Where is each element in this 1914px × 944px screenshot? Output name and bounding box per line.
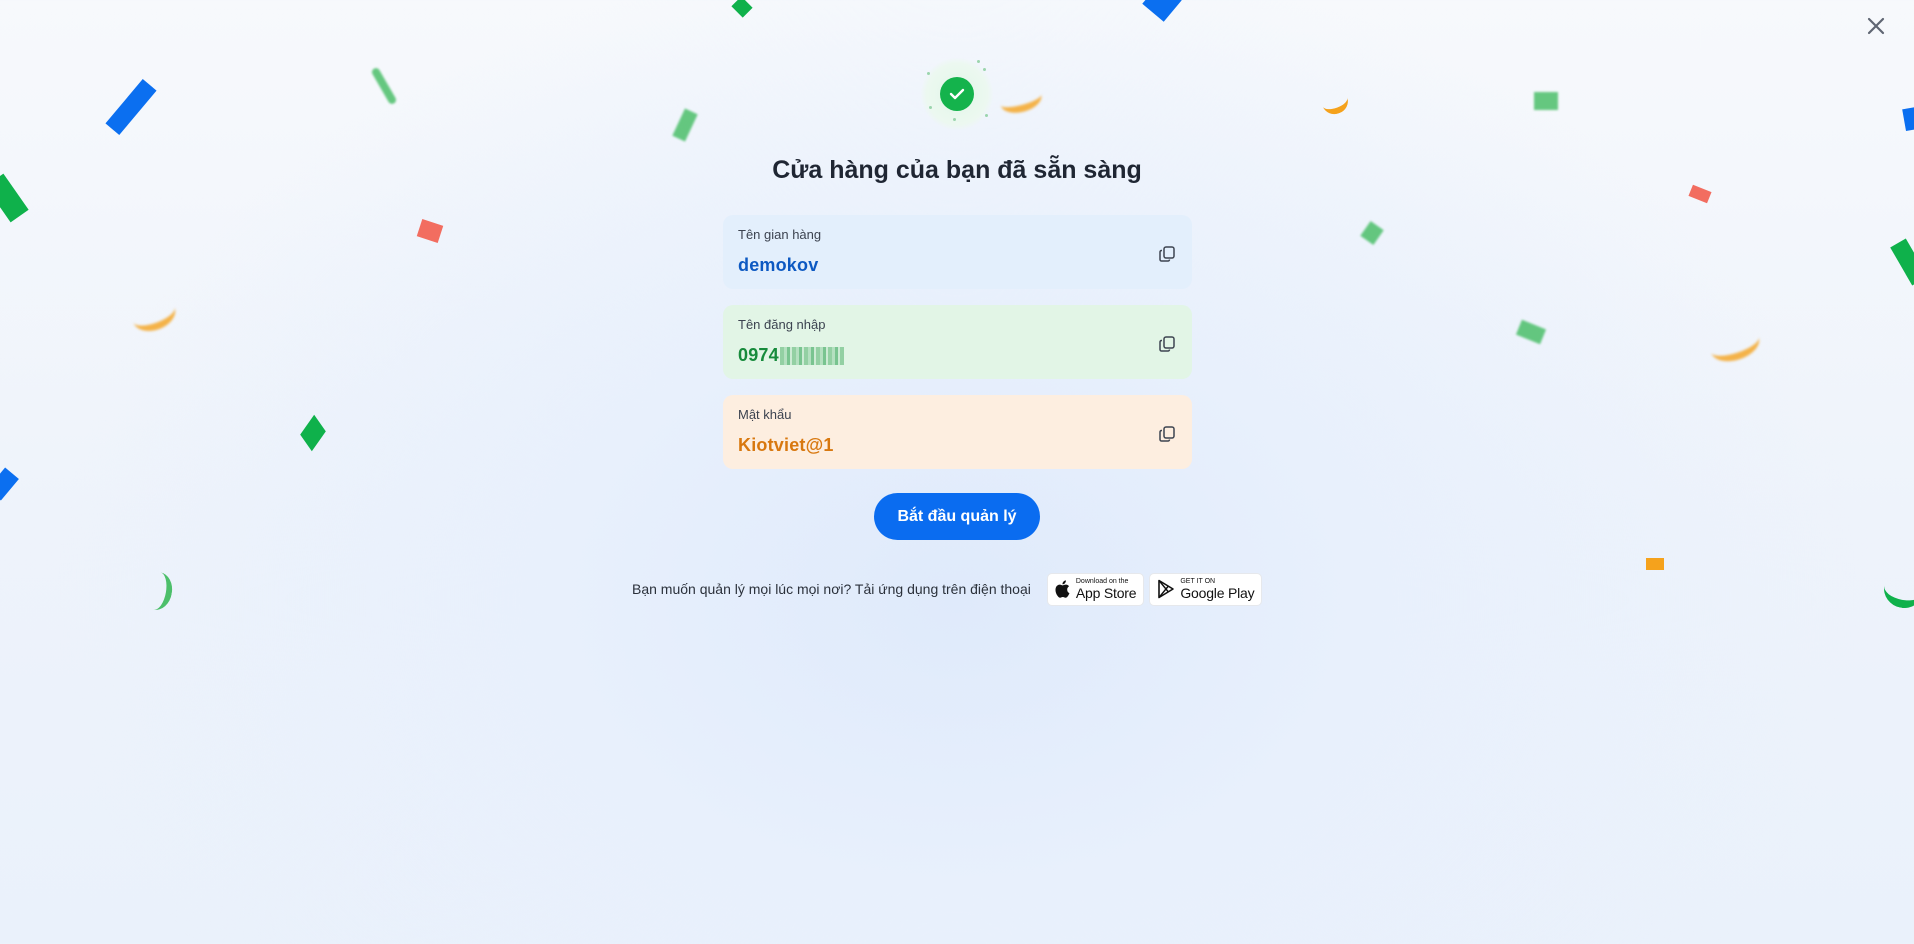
confetti-piece — [1534, 92, 1558, 110]
confetti-piece — [997, 82, 1045, 118]
check-circle-icon — [940, 77, 974, 111]
confetti-piece — [0, 467, 19, 501]
login-value-obscured — [779, 347, 844, 366]
copy-store-name-button[interactable] — [1156, 243, 1178, 265]
store-name-card: Tên gian hàng demokov — [723, 215, 1192, 289]
apple-icon — [1055, 580, 1070, 598]
copy-icon — [1159, 246, 1175, 262]
confetti-piece — [1142, 0, 1182, 22]
app-store-big-text: App Store — [1075, 584, 1137, 601]
confetti-piece — [138, 569, 176, 613]
google-play-icon — [1158, 579, 1175, 599]
confetti-piece — [672, 108, 698, 142]
copy-login-button[interactable] — [1156, 333, 1178, 355]
confetti-piece — [1318, 86, 1352, 118]
copy-icon — [1159, 336, 1175, 352]
success-badge — [921, 58, 993, 130]
login-label: Tên đăng nhập — [738, 317, 826, 332]
copy-icon — [1159, 426, 1175, 442]
confetti-piece — [1646, 558, 1664, 570]
confetti-piece — [128, 293, 180, 337]
confetti-piece — [731, 0, 753, 18]
confetti-piece — [416, 219, 444, 243]
login-value: 0974 — [738, 345, 1177, 366]
confetti-piece — [1881, 566, 1914, 612]
download-app-row: Bạn muốn quản lý mọi lúc mọi nơi? Tải ứn… — [632, 572, 1267, 606]
google-play-badge[interactable]: GET IT ON Google Play — [1149, 572, 1263, 606]
password-card: Mật khẩu Kiotviet@1 — [723, 395, 1192, 469]
confetti-piece — [1360, 221, 1384, 245]
confetti-piece — [1688, 184, 1712, 204]
confetti-piece — [1706, 323, 1764, 367]
store-name-value: demokov — [738, 255, 819, 275]
close-icon — [1867, 17, 1885, 35]
app-store-badge[interactable]: Download on the App Store — [1046, 572, 1145, 606]
password-value: Kiotviet@1 — [738, 435, 834, 455]
download-app-text: Bạn muốn quản lý mọi lúc mọi nơi? Tải ứn… — [632, 581, 1031, 597]
confetti-piece — [105, 78, 157, 136]
confetti-piece — [1902, 106, 1914, 132]
password-label: Mật khẩu — [738, 407, 792, 422]
close-button[interactable] — [1862, 12, 1890, 40]
copy-password-button[interactable] — [1156, 423, 1178, 445]
confetti-piece — [370, 66, 398, 106]
page-title: Cửa hàng của bạn đã sẵn sàng — [772, 156, 1142, 184]
login-card: Tên đăng nhập 0974 — [723, 305, 1192, 379]
store-name-label: Tên gian hàng — [738, 227, 822, 242]
login-value-visible: 0974 — [738, 345, 779, 365]
confetti-piece — [1515, 319, 1547, 345]
google-play-big-text: Google Play — [1180, 584, 1255, 601]
start-managing-button[interactable]: Bắt đầu quản lý — [874, 493, 1040, 540]
confetti-piece — [1890, 238, 1914, 286]
confetti-piece — [300, 414, 326, 452]
